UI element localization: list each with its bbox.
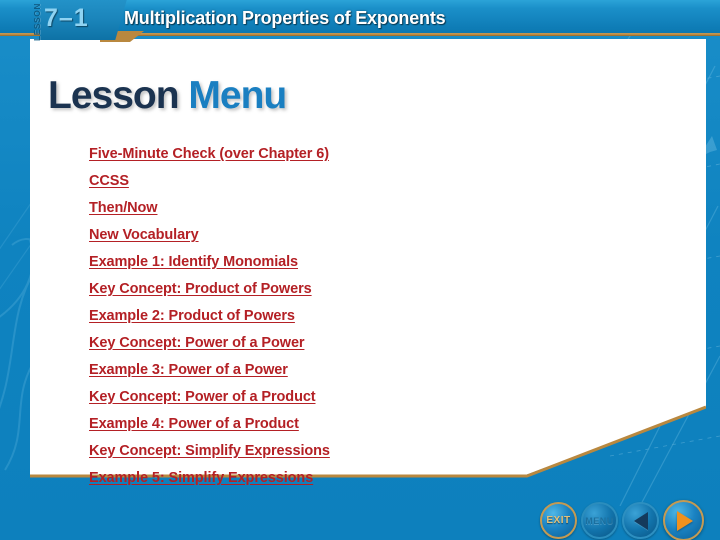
menu-link-new-vocabulary[interactable]: New Vocabulary xyxy=(89,222,330,249)
lesson-number-text: 7–1 xyxy=(44,4,89,32)
menu-link-ccss[interactable]: CCSS xyxy=(89,168,330,195)
lesson-menu-list: Five-Minute Check (over Chapter 6) CCSS … xyxy=(89,141,330,492)
menu-link-key-concept-power-of-a-power[interactable]: Key Concept: Power of a Power xyxy=(89,330,330,357)
exit-button[interactable]: EXIT xyxy=(540,502,577,539)
menu-link-key-concept-power-of-a-product[interactable]: Key Concept: Power of a Product xyxy=(89,384,330,411)
forward-arrow-icon xyxy=(677,510,693,531)
menu-link-example-5[interactable]: Example 5: Simplify Expressions xyxy=(89,465,330,492)
menu-link-key-concept-product-of-powers[interactable]: Key Concept: Product of Powers xyxy=(89,276,330,303)
bottom-navigation-bar: EXIT MENU xyxy=(540,500,704,540)
forward-button[interactable] xyxy=(663,500,704,540)
menu-link-then-now[interactable]: Then/Now xyxy=(89,195,330,222)
menu-button[interactable]: MENU xyxy=(581,502,618,539)
exit-button-label: EXIT xyxy=(546,515,571,526)
lesson-vertical-label: LESSON xyxy=(28,0,45,44)
back-arrow-icon xyxy=(633,511,648,530)
menu-link-example-1[interactable]: Example 1: Identify Monomials xyxy=(89,249,330,276)
menu-link-key-concept-simplify-expressions[interactable]: Key Concept: Simplify Expressions xyxy=(89,438,330,465)
menu-button-label: MENU xyxy=(585,515,614,526)
heading-word-lesson: Lesson xyxy=(48,74,180,117)
back-button[interactable] xyxy=(622,502,659,539)
page-title: Multiplication Properties of Exponents xyxy=(124,8,446,28)
lesson-vertical-label-text: LESSON xyxy=(31,3,42,41)
menu-link-example-3[interactable]: Example 3: Power of a Power xyxy=(89,357,330,384)
heading-word-menu: Menu xyxy=(188,74,287,117)
menu-link-example-2[interactable]: Example 2: Product of Powers xyxy=(89,303,330,330)
menu-link-five-minute-check[interactable]: Five-Minute Check (over Chapter 6) xyxy=(89,141,330,168)
lesson-menu-heading: Lesson Menu xyxy=(48,74,287,118)
lesson-menu-slide: LESSON 7–1 Multiplication Properties of … xyxy=(0,0,720,540)
menu-link-example-4[interactable]: Example 4: Power of a Product xyxy=(89,411,330,438)
